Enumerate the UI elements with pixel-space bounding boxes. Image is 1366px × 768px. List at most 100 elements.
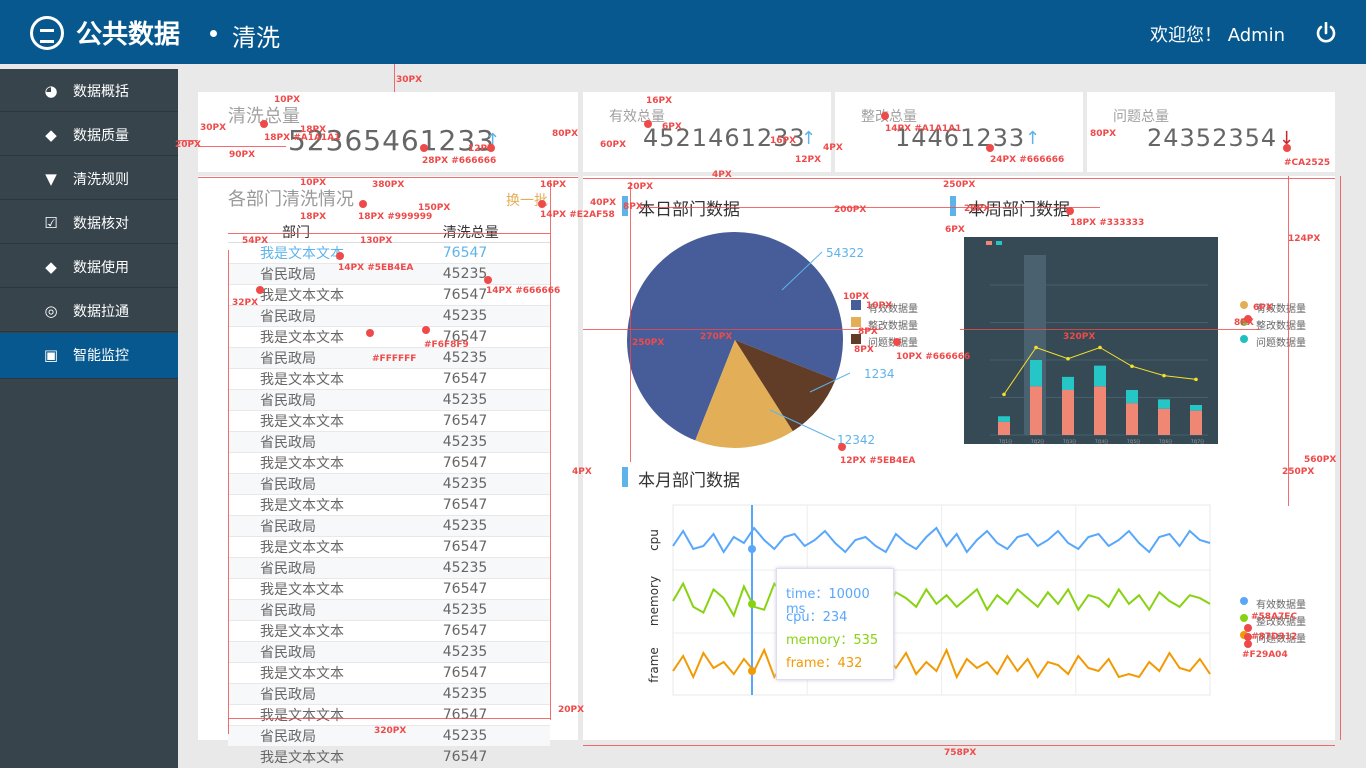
table-row[interactable]: 我是文本文本 76547 (228, 494, 550, 516)
cell-total: 76547 (414, 704, 550, 726)
table-row[interactable]: 省民政局 45235 (228, 683, 550, 705)
measure-annotation: 10PX #666666 (896, 352, 971, 362)
measure-annotation: 320PX (1063, 332, 1096, 342)
annotation-pin (359, 200, 367, 208)
table-row[interactable]: 我是文本文本 76547 (228, 452, 550, 474)
legend-swatch (996, 241, 1002, 245)
measure-annotation: 20PX (558, 705, 585, 715)
measure-annotation: 6PX (945, 225, 965, 235)
table-row[interactable]: 省民政局 45235 (228, 515, 550, 537)
month-title: 本月部门数据 (638, 471, 740, 491)
measure-annotation: 30PX (396, 75, 423, 85)
app-header: 公共数据 清洗 欢迎您！ Admin (0, 0, 1366, 64)
cell-total: 45235 (414, 431, 550, 453)
cell-dept: 省民政局 (228, 305, 415, 327)
annotation-pin (1244, 624, 1252, 632)
annotation-pin (336, 252, 344, 260)
cell-dept: 省民政局 (228, 641, 415, 663)
sidebar-item-quality[interactable]: ◆ 数据质量 (0, 113, 178, 156)
power-icon[interactable] (1315, 22, 1337, 44)
globe-icon: ◎ (44, 302, 58, 320)
cell-dept: 我是文本文本 (228, 620, 415, 642)
measure-annotation: 12PX (795, 155, 822, 165)
frame-axis-label: frame (647, 647, 661, 683)
title-separator (210, 30, 217, 37)
cell-total: 45235 (414, 683, 550, 705)
x-tick: 7月2日 (1031, 439, 1044, 444)
cell-dept: 省民政局 (228, 557, 415, 579)
table-row[interactable]: 省民政局 45235 (228, 557, 550, 579)
bar-bottom (1190, 410, 1202, 435)
checkbox-icon: ☑ (44, 214, 58, 232)
sidebar-item-monitor[interactable]: ▣ 智能监控 (0, 333, 178, 379)
stat-label: 整改总量 (861, 109, 917, 125)
measure-annotation: 80PX (552, 129, 579, 139)
annotation-pin (1066, 207, 1074, 215)
filter-icon: ▼ (45, 170, 57, 188)
measure-annotation: #F29A04 (1242, 650, 1288, 660)
table-row[interactable]: 省民政局 45235 (228, 431, 550, 453)
annotation-pin (484, 276, 492, 284)
cell-total: 76547 (414, 410, 550, 432)
measure-annotation: 16PX (646, 96, 673, 106)
sidebar: ◕ 数据概括 ◆ 数据质量 ▼ 清洗规则 ☑ 数据核对 ◆ 数据使用 ◎ 数据拉通 ▣ 智能监… (0, 69, 178, 768)
measure-annotation: #87D312 (1251, 632, 1298, 642)
annotation-pin (1244, 640, 1252, 648)
cell-total: 45235 (414, 263, 550, 285)
bar-top (1062, 376, 1074, 390)
cell-dept: 我是文本文本 (228, 326, 415, 348)
annotation-pin (838, 443, 846, 451)
sidebar-item-label: 清洗规则 (73, 172, 129, 188)
table-row[interactable]: 我是文本文本 76547 (228, 662, 550, 684)
bar-top (998, 416, 1010, 422)
measure-annotation: 28PX #666666 (422, 156, 497, 166)
table-row[interactable]: 我是文本文本 76547 (228, 704, 550, 726)
diamond-icon: ◆ (45, 126, 57, 144)
cell-dept: 我是文本文本 (228, 746, 415, 768)
annotation-pin (260, 120, 268, 128)
annotation-pin (893, 338, 901, 346)
bar-top (1190, 405, 1202, 411)
tooltip-memory: memory：535 (786, 633, 879, 648)
annotation-pin (366, 329, 374, 337)
table-row[interactable]: 省民政局 45235 (228, 599, 550, 621)
sidebar-item-overview[interactable]: ◕ 数据概括 (0, 69, 178, 112)
legend-dot (1240, 597, 1248, 605)
stat-value: 24352354 (1147, 124, 1278, 152)
table-row[interactable]: 我是文本文本 76547 (228, 536, 550, 558)
bar-top (1126, 390, 1138, 404)
legend-dot (1240, 335, 1248, 343)
table-row[interactable]: 我是文本文本 76547 (228, 410, 550, 432)
sidebar-item-rules[interactable]: ▼ 清洗规则 (0, 157, 178, 200)
measure-annotation: #CA2525 (1284, 158, 1331, 168)
measure-line (198, 177, 578, 178)
measure-annotation: 24PX #666666 (990, 155, 1065, 165)
table-row[interactable]: 省民政局 45235 (228, 389, 550, 411)
sidebar-item-check[interactable]: ☑ 数据核对 (0, 201, 178, 244)
legend-swatch (986, 241, 992, 245)
line-point (1034, 345, 1038, 350)
table-row[interactable]: 我是文本文本 76547 (228, 368, 550, 390)
table-row[interactable]: 省民政局 45235 (228, 641, 550, 663)
cell-total: 45235 (414, 305, 550, 327)
bar-bottom (998, 421, 1010, 435)
sidebar-item-connect[interactable]: ◎ 数据拉通 (0, 289, 178, 332)
cell-total: 45235 (414, 599, 550, 621)
sidebar-item-usage[interactable]: ◆ 数据使用 (0, 245, 178, 288)
table-row[interactable]: 省民政局 45235 (228, 473, 550, 495)
measure-annotation: 30PX (200, 123, 227, 133)
table-row[interactable]: 我是文本文本 76547 (228, 620, 550, 642)
table-row[interactable]: 我是文本文本 76547 (228, 578, 550, 600)
cursor-point (748, 545, 756, 553)
measure-annotation: 14PX #A1A1A1 (885, 124, 962, 134)
cpu-axis-label: cpu (647, 529, 661, 551)
cell-dept: 我是文本文本 (228, 410, 415, 432)
table-row[interactable]: 我是文本文本 76547 (228, 746, 550, 768)
table-row[interactable]: 我是文本文本 76547 (228, 326, 550, 348)
measure-annotation: 14PX #5EB4EA (338, 263, 414, 273)
table-row[interactable]: 省民政局 45235 (228, 305, 550, 327)
cell-dept: 省民政局 (228, 599, 415, 621)
measure-line (228, 233, 550, 234)
measure-annotation: 8PX (854, 345, 874, 355)
sidebar-item-label: 数据拉通 (73, 304, 129, 320)
